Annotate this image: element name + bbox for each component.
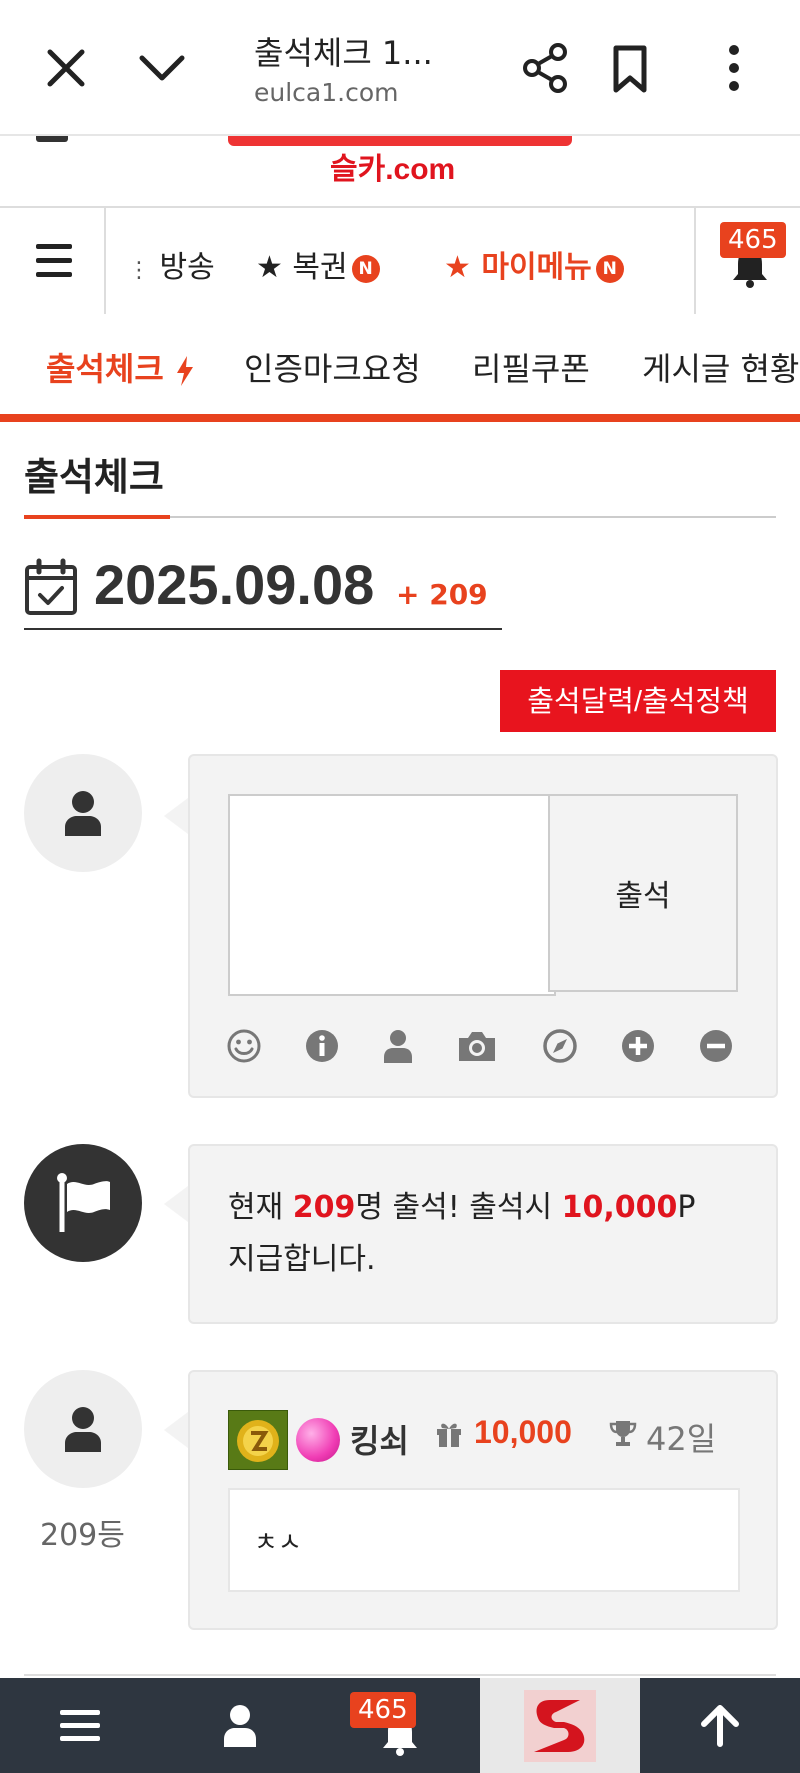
- title-accent-bar: [24, 515, 170, 519]
- notice-points: 10,000: [561, 1190, 678, 1225]
- user-consecutive-days: 42일: [646, 1420, 717, 1458]
- compass-icon[interactable]: [542, 1028, 578, 1064]
- menu-item-prefix: ⋮: [128, 258, 150, 283]
- browser-toolbar: 출석체크 1... eulca1.com: [0, 0, 800, 136]
- bubble-tip: [164, 1186, 188, 1222]
- menu-item-broadcast[interactable]: ⋮ 방송: [128, 242, 215, 286]
- menu-item-label: ★ 마이메뉴: [444, 250, 592, 285]
- menu-item-label: ★ 복권: [256, 250, 348, 285]
- category-tabs: 출석체크 인증마크요청 리필쿠폰 게시글 현황: [0, 314, 800, 414]
- page-title: 출석체크: [24, 455, 164, 499]
- gift-icon: [437, 1423, 461, 1447]
- camera-icon[interactable]: [456, 1028, 498, 1064]
- user-comment: ㅊㅅ: [254, 1528, 302, 1558]
- menu-button[interactable]: [0, 208, 106, 314]
- chevron-down-icon[interactable]: [130, 40, 194, 96]
- notice-avatar: [24, 1144, 142, 1262]
- user-icon: [224, 1705, 256, 1747]
- user-points: 10,000: [474, 1414, 572, 1450]
- new-badge: N: [595, 254, 624, 283]
- emoji-icon[interactable]: [226, 1028, 262, 1064]
- notice-count: 209: [292, 1190, 356, 1225]
- close-icon[interactable]: [38, 40, 94, 96]
- bottom-menu-button[interactable]: [0, 1678, 160, 1773]
- notification-count-badge: 465: [350, 1692, 416, 1728]
- rank-label: 209등: [40, 1518, 125, 1553]
- flag-icon: [57, 1173, 110, 1232]
- tab-label: 출석체크: [46, 350, 164, 388]
- scroll-top-button[interactable]: [640, 1678, 800, 1773]
- hamburger-icon: [36, 272, 72, 277]
- tab-attendance[interactable]: 출석체크: [46, 344, 195, 390]
- user-icon: [65, 1407, 101, 1452]
- logo-fragment: [36, 136, 68, 142]
- attendance-date: 2025.09.08: [94, 553, 375, 616]
- user-icon[interactable]: [380, 1028, 416, 1064]
- notification-button[interactable]: 465: [694, 208, 800, 314]
- url-text[interactable]: eulca1.com: [254, 78, 398, 107]
- attendance-notice: 현재 209명 출석! 출석시 10,000P 지급합니다.: [228, 1182, 728, 1286]
- user-level-badge: [228, 1410, 288, 1470]
- share-icon[interactable]: [516, 38, 576, 98]
- attendance-calendar-button[interactable]: 출석달력/출석정책: [500, 670, 776, 732]
- menu-item-label: 방송: [159, 250, 215, 285]
- trophy-icon: [609, 1421, 637, 1446]
- bottom-notification-button[interactable]: 465: [320, 1678, 480, 1773]
- bookmark-icon[interactable]: [600, 38, 660, 98]
- attendance-submit-button[interactable]: 출석: [548, 794, 738, 992]
- bottom-profile-button[interactable]: [160, 1678, 320, 1773]
- attendance-comment-input[interactable]: [228, 794, 556, 996]
- more-vertical-icon[interactable]: [704, 38, 764, 98]
- menu-item-lottery[interactable]: ★ 복권 N: [256, 242, 380, 286]
- tab-post-status[interactable]: 게시글 현황: [642, 344, 799, 390]
- hamburger-icon: [36, 244, 72, 249]
- site-logo[interactable]: 슬카.com: [330, 144, 455, 188]
- user-icon: [65, 791, 101, 836]
- hamburger-icon: [60, 1710, 100, 1741]
- avatar: [24, 754, 142, 872]
- arrow-up-icon: [701, 1705, 739, 1747]
- user-name[interactable]: 킹쇠: [350, 1416, 409, 1462]
- lightning-icon: [176, 356, 193, 386]
- tab-title: 출석체크 1...: [254, 34, 433, 72]
- s-logo-icon: [524, 1690, 596, 1762]
- site-logo-strip: 슬카.com: [0, 136, 800, 206]
- tab-refill-coupon[interactable]: 리필쿠폰: [472, 344, 590, 390]
- bubble-tip: [164, 1412, 188, 1448]
- info-icon[interactable]: [304, 1028, 340, 1064]
- notice-text: 명 출석! 출석시: [355, 1190, 562, 1225]
- tab-cert-request[interactable]: 인증마크요청: [244, 344, 421, 390]
- notification-count-badge: 465: [720, 222, 786, 258]
- attendance-count: + 209: [396, 578, 488, 611]
- divider: [24, 628, 502, 630]
- divider: [24, 1674, 776, 1676]
- main-menu-bar: ⋮ 방송 ★ 복권 N ★ 마이메뉴 N 465: [0, 206, 800, 316]
- menu-scroll-area: ⋮ 방송 ★ 복권 N ★ 마이메뉴 N: [106, 208, 694, 314]
- entry-avatar[interactable]: [24, 1370, 142, 1488]
- menu-item-mymenu[interactable]: ★ 마이메뉴 N: [444, 242, 624, 286]
- minus-icon[interactable]: [698, 1028, 734, 1064]
- category-underline: [0, 414, 800, 422]
- user-gem-icon: [296, 1418, 340, 1462]
- hamburger-icon: [36, 258, 72, 263]
- bubble-tip: [164, 798, 188, 834]
- comment-box: [228, 1488, 740, 1592]
- plus-icon[interactable]: [620, 1028, 656, 1064]
- bottom-navigation: 465: [0, 1678, 800, 1773]
- calendar-check-icon: [24, 558, 78, 616]
- site-home-logo[interactable]: [480, 1678, 640, 1773]
- new-badge: N: [351, 254, 380, 283]
- notice-text: 현재: [228, 1190, 293, 1225]
